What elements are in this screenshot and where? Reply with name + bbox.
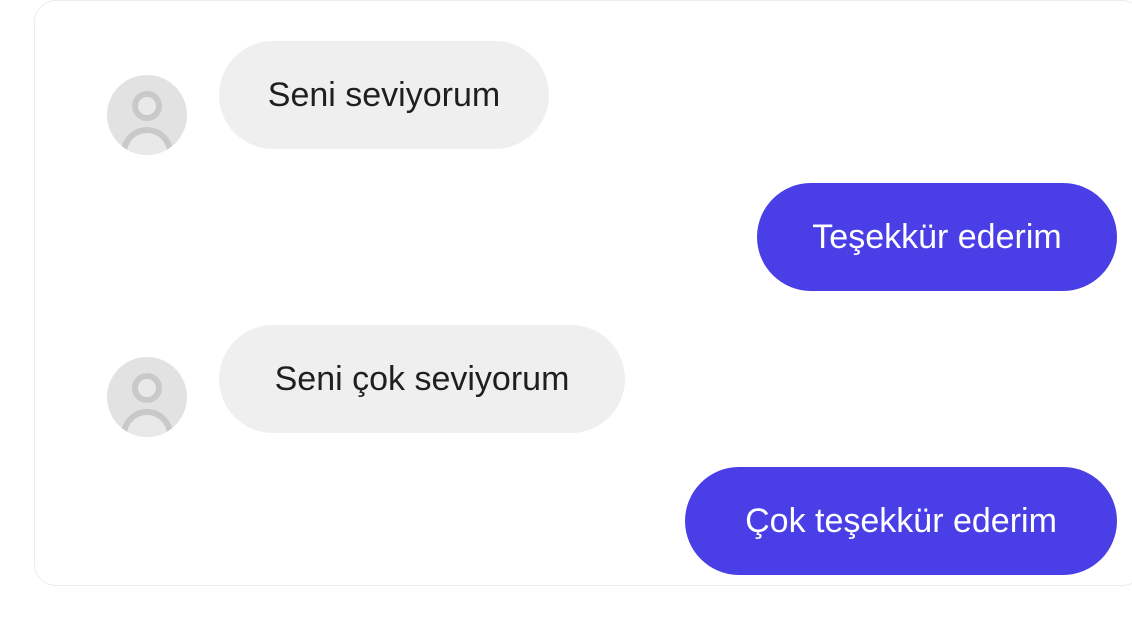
chat-panel: Seni seviyorum Teşekkür ederim Seni çok … [34,0,1132,586]
avatar-head [132,91,162,121]
avatar-shoulders [121,127,173,155]
message-bubble-sent[interactable]: Çok teşekkür ederim [685,467,1117,575]
user-avatar-icon[interactable] [107,357,187,437]
avatar-shoulders [121,409,173,437]
message-text: Seni çok seviyorum [274,359,570,398]
user-avatar-icon[interactable] [107,75,187,155]
message-bubble-received[interactable]: Seni seviyorum [219,41,549,149]
message-bubble-received[interactable]: Seni çok seviyorum [219,325,625,433]
avatar-head [132,373,162,403]
message-bubble-sent[interactable]: Teşekkür ederim [757,183,1117,291]
message-text: Çok teşekkür ederim [745,501,1057,540]
message-text: Seni seviyorum [267,75,501,114]
message-text: Teşekkür ederim [812,217,1062,256]
